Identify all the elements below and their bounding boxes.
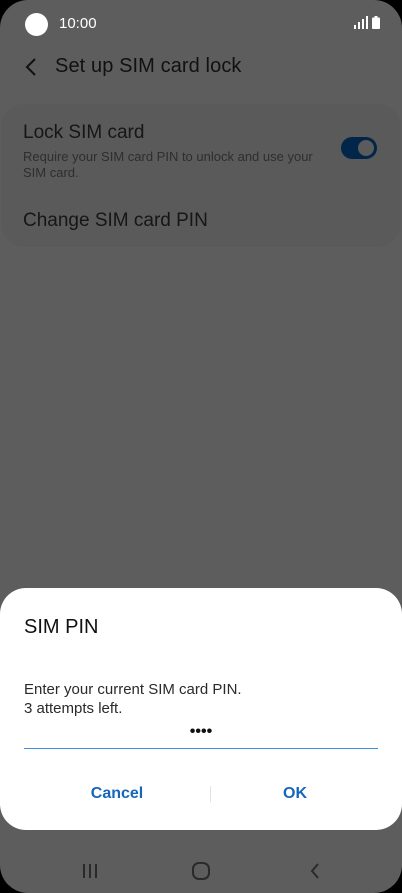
change-sim-card-pin-title: Change SIM card PIN (23, 210, 208, 231)
dialog-message-line1: Enter your current SIM card PIN. (24, 681, 242, 698)
home-icon[interactable] (188, 858, 214, 884)
cancel-button[interactable]: Cancel (22, 776, 212, 812)
app-bar: Set up SIM card lock (0, 46, 402, 90)
lock-sim-card-toggle[interactable] (341, 137, 377, 159)
toggle-knob (356, 138, 376, 158)
chevron-left-icon[interactable] (20, 54, 42, 80)
change-sim-card-pin-row[interactable]: Change SIM card PIN (1, 186, 401, 247)
pin-input[interactable]: •••• (24, 722, 378, 749)
nav-back-icon[interactable] (302, 858, 328, 884)
lock-sim-card-title: Lock SIM card (23, 122, 145, 143)
status-bar: 10:00 (0, 0, 402, 48)
front-camera (25, 13, 48, 36)
recents-icon[interactable] (77, 858, 103, 884)
dialog-buttons: Cancel OK (0, 776, 402, 812)
sim-pin-dialog: SIM PIN Enter your current SIM card PIN.… (0, 588, 402, 830)
lock-sim-card-row[interactable]: Lock SIM card Require your SIM card PIN … (1, 104, 401, 186)
battery-icon (372, 16, 380, 29)
screen: 10:00 Set up SIM card lock Lock SIM card (0, 0, 402, 893)
signal-icon (354, 16, 368, 29)
status-icons (354, 15, 380, 29)
page-title: Set up SIM card lock (55, 55, 242, 77)
dialog-message: Enter your current SIM card PIN. 3 attem… (24, 680, 374, 718)
status-time: 10:00 (59, 15, 97, 32)
lock-sim-card-description: Require your SIM card PIN to unlock and … (23, 149, 313, 180)
dialog-title: SIM PIN (24, 616, 99, 638)
ok-button[interactable]: OK (200, 776, 390, 812)
navigation-bar (0, 848, 402, 893)
settings-card: Lock SIM card Require your SIM card PIN … (1, 104, 401, 247)
dialog-message-line2: 3 attempts left. (24, 700, 123, 717)
